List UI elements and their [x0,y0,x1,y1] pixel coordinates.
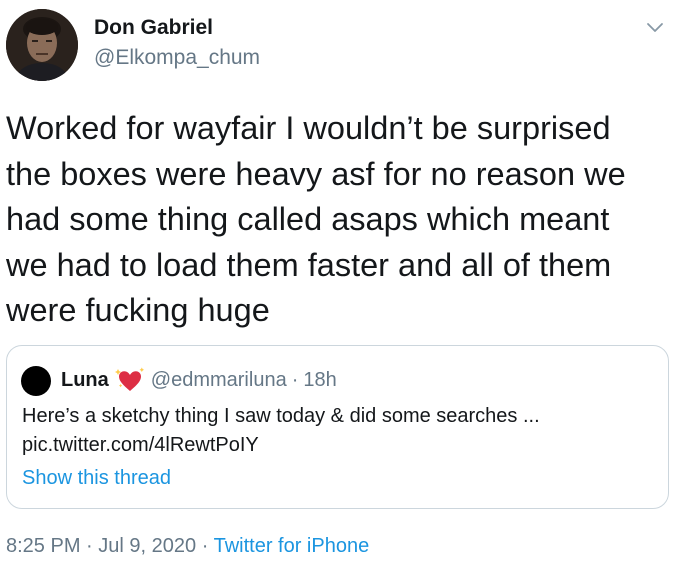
quoted-handle[interactable]: @edmmariluna [151,369,287,392]
separator-dot: · [291,368,299,391]
tweet-text: Worked for wayfair I wouldn’t be surpris… [6,110,626,328]
quoted-avatar[interactable] [21,366,51,396]
author-handle[interactable]: @Elkompa_chum [94,46,260,70]
user-photo-icon [6,9,78,81]
separator-dot: · [86,535,93,557]
tweet-date[interactable]: Jul 9, 2020 [98,535,196,557]
quoted-tweet-header: Luna @edmmariluna · 18h [61,367,337,393]
quoted-tweet-text: Here’s a sketchy thing I saw today & did… [22,405,540,456]
quoted-time[interactable]: 18h [303,369,336,392]
quoted-tweet-card[interactable]: Luna @edmmariluna · 18h Here’s a sketchy… [6,345,669,509]
tweet-source-link[interactable]: Twitter for iPhone [214,535,370,557]
tweet-time[interactable]: 8:25 PM [6,535,80,557]
show-thread-link[interactable]: Show this thread [22,467,171,490]
tweet-metadata: 8:25 PM · Jul 9, 2020 · Twitter for iPho… [6,535,369,558]
separator-dot: · [201,535,209,557]
author-display-name[interactable]: Don Gabriel [94,16,213,40]
avatar[interactable] [6,9,78,81]
sparkling-heart-icon [114,367,145,393]
chevron-down-icon[interactable] [644,16,666,38]
quoted-display-name[interactable]: Luna [61,369,109,392]
